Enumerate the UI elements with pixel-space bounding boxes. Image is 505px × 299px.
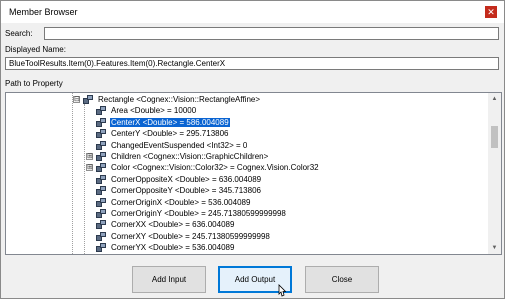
- title-bar[interactable]: Member Browser ✕: [1, 1, 504, 23]
- tree-row[interactable]: CenterY <Double> = 295.713806: [96, 128, 230, 139]
- window-title: Member Browser: [9, 7, 78, 17]
- tree-row-label: CornerOriginY <Double> = 245.71380599999…: [111, 209, 286, 218]
- tree-row[interactable]: CornerXX <Double> = 636.004089: [96, 219, 235, 230]
- tree-row-label: ChangedEventSuspended <Int32> = 0: [111, 140, 248, 150]
- scroll-up-arrow-icon[interactable]: ▲: [488, 93, 501, 105]
- tree-row[interactable]: CornerYX <Double> = 536.004089: [96, 242, 235, 253]
- close-button[interactable]: Close: [305, 266, 379, 293]
- add-input-button[interactable]: Add Input: [132, 266, 206, 293]
- expand-icon[interactable]: ⊞: [86, 153, 93, 160]
- tree-row-label: CornerYX <Double> = 536.004089: [111, 243, 235, 253]
- tree-row[interactable]: Children <Cognex::Vision::GraphicChildre…: [96, 151, 269, 162]
- property-node-icon: [96, 106, 107, 116]
- tree-row[interactable]: CornerOriginX <Double> = 536.004089: [96, 197, 251, 208]
- tree-row-label: CornerOriginX <Double> = 536.004089: [111, 197, 251, 207]
- mouse-cursor-icon: [278, 284, 286, 297]
- property-node-icon: [96, 243, 107, 253]
- property-node-icon: [96, 174, 107, 184]
- property-node-icon: [96, 140, 107, 150]
- collapse-icon[interactable]: ⊟: [73, 96, 80, 103]
- tree-row-label: Rectangle <Cognex::Vision::RectangleAffi…: [98, 95, 261, 104]
- expand-icon[interactable]: ⊞: [86, 164, 93, 172]
- displayed-name-label: Displayed Name:: [5, 45, 66, 54]
- tree-row[interactable]: CornerOppositeX <Double> = 636.004089: [96, 174, 262, 185]
- property-tree[interactable]: ⊟ Rectangle <Cognex::Vision::RectangleAff…: [5, 92, 502, 255]
- tree-viewport: ⊟ Rectangle <Cognex::Vision::RectangleAff…: [6, 93, 488, 254]
- property-node-icon: [96, 231, 107, 241]
- window-close-button[interactable]: ✕: [485, 6, 497, 18]
- object-node-icon: [83, 95, 94, 104]
- property-node-icon: [96, 197, 107, 207]
- member-browser-window: Member Browser ✕ Search: Displayed Name:…: [0, 0, 505, 299]
- path-to-property-label: Path to Property: [5, 79, 63, 88]
- tree-row[interactable]: CenterX <Double> = 586.004089: [96, 117, 230, 128]
- scroll-down-arrow-icon[interactable]: ▼: [488, 242, 501, 254]
- tree-row-label: Children <Cognex::Vision::GraphicChildre…: [111, 152, 269, 161]
- tree-row[interactable]: ChangedEventSuspended <Int32> = 0: [96, 140, 248, 151]
- tree-row[interactable]: Rectangle <Cognex::Vision::RectangleAffi…: [83, 94, 261, 105]
- tree-guide-line: [72, 93, 73, 254]
- tree-row-label: CornerOppositeX <Double> = 636.004089: [111, 174, 262, 184]
- object-node-icon: [96, 163, 107, 173]
- tree-row-label: CornerOppositeY <Double> = 345.713806: [111, 186, 261, 196]
- tree-row[interactable]: Color <Cognex::Vision::Color32> = Cognex…: [96, 162, 320, 173]
- property-node-icon: [96, 220, 107, 230]
- property-node-icon: [96, 129, 107, 139]
- tree-row-label: CornerXX <Double> = 636.004089: [111, 220, 235, 230]
- tree-row-label: CenterY <Double> = 295.713806: [111, 129, 229, 139]
- vertical-scrollbar[interactable]: ▲ ▼: [488, 93, 501, 254]
- tree-row[interactable]: CornerOriginY <Double> = 245.71380599999…: [96, 208, 287, 219]
- property-node-icon: [96, 209, 107, 218]
- tree-row[interactable]: CornerXY <Double> = 245.71380599999998: [96, 231, 271, 242]
- scrollbar-thumb[interactable]: [491, 126, 498, 148]
- property-node-icon: [96, 186, 107, 196]
- tree-row-label: CenterX <Double> = 586.004089: [110, 117, 230, 127]
- object-node-icon: [96, 152, 107, 161]
- search-label: Search:: [5, 29, 33, 38]
- tree-row-label: Color <Cognex::Vision::Color32> = Cognex…: [111, 163, 319, 173]
- search-input[interactable]: [44, 27, 499, 40]
- tree-row-label: CornerXY <Double> = 245.71380599999998: [111, 231, 270, 241]
- tree-row[interactable]: Area <Double> = 10000: [96, 105, 197, 116]
- displayed-name-field[interactable]: BlueToolResults.Item(0).Features.Item(0)…: [5, 57, 499, 70]
- property-node-icon: [96, 117, 107, 127]
- tree-guide-line: [84, 104, 85, 254]
- tree-row[interactable]: CornerOppositeY <Double> = 345.713806: [96, 185, 262, 196]
- tree-row-label: Area <Double> = 10000: [111, 106, 197, 116]
